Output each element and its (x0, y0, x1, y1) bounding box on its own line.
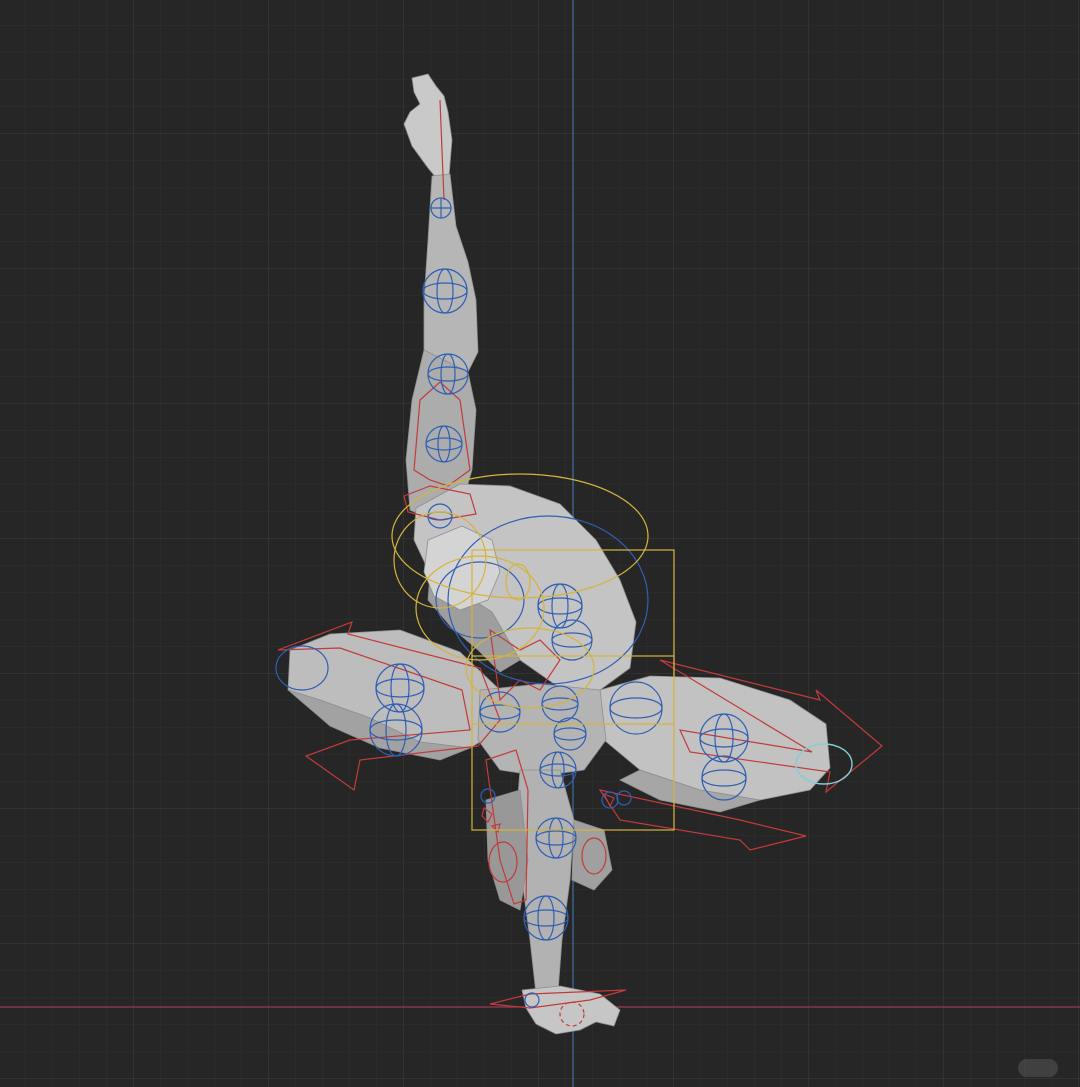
app-logo-icon (1018, 1059, 1058, 1077)
ik-wrist-sphere[interactable] (430, 197, 452, 219)
3d-viewport[interactable] (0, 0, 1080, 1087)
